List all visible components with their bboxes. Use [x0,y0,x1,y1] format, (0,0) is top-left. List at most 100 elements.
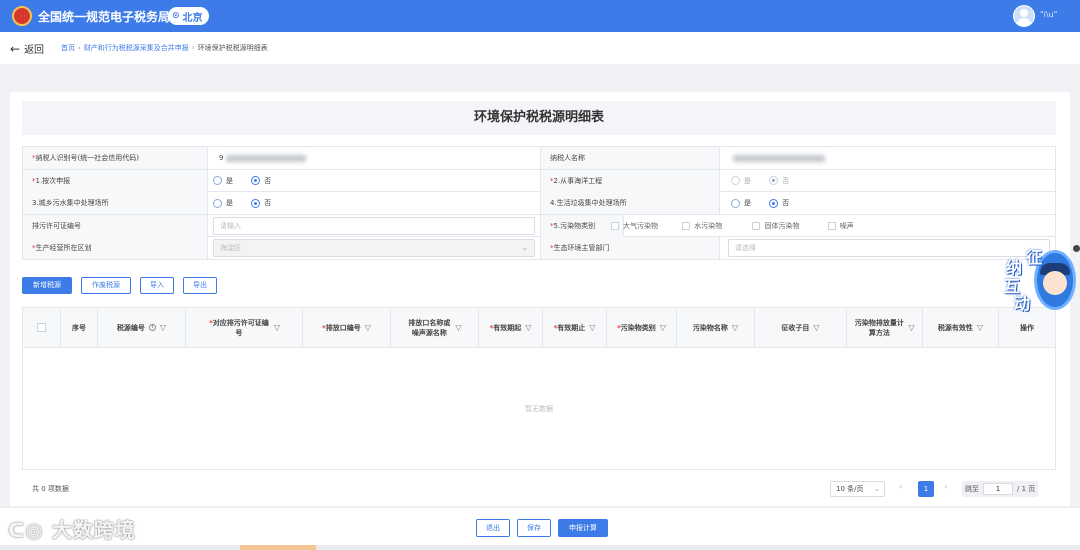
select-all-cell [23,308,61,347]
page-jumper: 跳至 1 / 1 页 [962,481,1039,497]
page-size-select[interactable]: 10 条/页 ⌄ [830,481,885,497]
taxpayer-name-label: 纳税人名称 [540,147,720,169]
table-header: 序号 税源编号 i ▽ *对应排污许可证编号 ▽ *排放口编号 ▽ 排放口名称或噪声源名… [23,308,1055,348]
breadcrumb-separator: › [191,44,195,52]
filter-icon[interactable]: ▽ [660,323,666,333]
marine-radio-group: 是 否 [731,170,805,192]
chevron-down-icon: ⌄ [521,243,528,253]
filter-icon[interactable]: ▽ [160,323,166,333]
back-button[interactable]: ← 返回 [10,41,45,57]
permit-input[interactable]: 请输入 [213,216,535,235]
region-label: 北京 [182,12,203,24]
top-header: 全国统一规范电子税务局 ⊙ 北京 "i\u" [0,0,1080,32]
marine-no-radio[interactable]: 否 [769,170,789,192]
permit-label: 排污许可证编号 [23,214,208,237]
filter-icon[interactable]: ▽ [455,323,461,333]
taxpayer-name-value [733,147,825,169]
redacted-text [225,154,306,162]
per-report-label: *1.按次申报 [23,169,208,192]
filter-icon[interactable]: ▽ [589,323,595,333]
column-header: 污染物排放量计算方法 ▽ [847,308,923,347]
pollutant-water-checkbox[interactable]: 水污染物 [682,215,722,237]
column-header: 税源有效性 ▽ [923,308,999,347]
form-row: *纳税人识别号(统一社会信用代码) 9 纳税人名称 [23,147,1055,170]
column-header: *排放口编号 ▽ [303,308,391,347]
chevron-down-icon: ⌄ [874,485,880,493]
taxpayer-id-label: *纳税人识别号(统一社会信用代码) [23,147,208,169]
current-page-button[interactable]: 1 [918,481,934,497]
save-button[interactable]: 保存 [517,519,551,537]
filter-icon[interactable]: ▽ [813,323,819,333]
sewage-yes-radio[interactable]: 是 [213,192,233,214]
redacted-text [733,154,825,162]
form-row: 排污许可证编号 请输入 *5.污染物类别 大气污染物 水污染物 固体污染物 噪声 [23,214,1055,238]
form-row: *1.按次申报 是 否 *2.从事海洋工程 是 否 [23,169,1055,193]
garbage-yes-radio[interactable]: 是 [731,192,751,214]
garbage-no-radio[interactable]: 否 [769,192,789,214]
filter-icon[interactable]: ▽ [732,323,738,333]
per-report-no-radio[interactable]: 否 [251,170,271,192]
total-pages: / 1 页 [1017,485,1036,493]
taxpayer-id-value: 9 [219,147,306,169]
prev-page-button[interactable]: ‹ [899,482,903,492]
marine-yes-radio[interactable]: 是 [731,170,751,192]
widget-collapse-handle[interactable] [1073,245,1080,252]
jump-label: 跳至 [965,485,979,493]
user-avatar[interactable] [1013,5,1035,27]
pollutant-air-checkbox[interactable]: 大气污染物 [611,215,658,237]
pollutant-noise-checkbox[interactable]: 噪声 [827,215,854,237]
submit-calc-button[interactable]: 申报计算 [558,519,608,537]
total-count: 共 0 项数据 [32,485,69,493]
pollutant-solid-checkbox[interactable]: 固体污染物 [752,215,799,237]
column-header: *有效期止 ▽ [543,308,607,347]
jump-page-input[interactable]: 1 [983,483,1013,495]
column-header: 污染物名称 ▽ [677,308,755,347]
empty-state-text: 暂无数据 [525,405,553,413]
sewage-label: 3.城乡污水集中处理场所 [23,192,208,215]
void-source-button[interactable]: 作废税源 [81,277,131,294]
column-header: *有效期起 ▽ [479,308,543,347]
per-report-yes-radio[interactable]: 是 [213,170,233,192]
column-header: 序号 [61,308,98,347]
info-icon[interactable]: i [148,324,156,331]
arrow-left-icon: ← [10,41,21,56]
sewage-no-radio[interactable]: 否 [251,192,271,214]
garbage-radio-group: 是 否 [731,192,805,214]
filter-icon[interactable]: ▽ [274,323,280,333]
export-button[interactable]: 导出 [183,277,217,294]
filter-icon[interactable]: ▽ [365,323,371,333]
sewage-radio-group: 是 否 [213,192,287,214]
column-header: *对应排污许可证编号 ▽ [186,308,303,347]
pollutant-checkbox-group: 大气污染物 水污染物 固体污染物 噪声 [611,215,872,237]
app-title: 全国统一规范电子税务局 [38,10,171,24]
column-header: 排放口名称或噪声源名称 ▽ [391,308,479,347]
next-page-button[interactable]: › [944,482,948,492]
user-name[interactable]: "i\u" [1040,10,1057,19]
add-source-button[interactable]: 新增税源 [22,277,72,294]
marine-label: *2.从事海洋工程 [540,169,720,192]
import-button[interactable]: 导入 [140,277,174,294]
per-report-radio-group: 是 否 [213,170,287,192]
exit-button[interactable]: 退出 [476,519,510,537]
breadcrumb-current: 环境保护税税源明细表 [197,44,268,52]
watermark-logo-icon: ᑕ◎ [8,518,52,542]
select-all-checkbox[interactable] [37,323,46,332]
column-header: *污染物类别 ▽ [607,308,677,347]
filter-icon[interactable]: ▽ [908,323,914,333]
breadcrumb-home[interactable]: 首页 [61,44,75,52]
back-label: 返回 [24,45,45,56]
column-header: 税源编号 i ▽ [98,308,186,347]
filter-icon[interactable]: ▽ [977,323,983,333]
filter-icon[interactable]: ▽ [525,323,531,333]
mascot-face [1043,271,1067,295]
sub-navigation: ← 返回 首页 › 财产和行为税税源采集及合并申报 › 环境保护税税源明细表 [0,32,1080,64]
region-selector[interactable]: ⊙ 北京 [168,7,209,25]
district-label: *生产经营所在区划 [23,237,208,260]
tax-interaction-widget[interactable]: 征 纳 互 动 [1002,244,1080,314]
breadcrumb-separator: › [78,44,81,52]
form-row: 3.城乡污水集中处理场所 是 否 4.生活垃圾集中处理场所 是 否 [23,192,1055,215]
garbage-label: 4.生活垃圾集中处理场所 [540,192,720,215]
breadcrumb-property-tax[interactable]: 财产和行为税税源采集及合并申报 [84,44,189,52]
authority-label: *生态环境主管部门 [540,237,720,260]
district-select: 海淀区 ⌄ [213,239,535,258]
